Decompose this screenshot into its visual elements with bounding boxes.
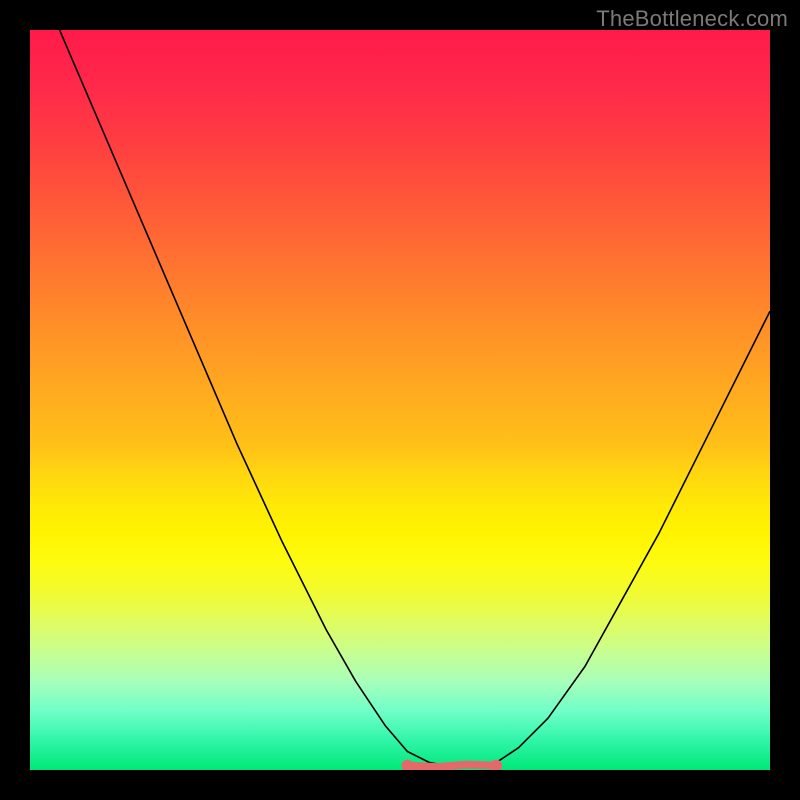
chart-svg (30, 30, 770, 770)
chart-frame: TheBottleneck.com (0, 0, 800, 800)
optimal-region-dot-right (490, 760, 502, 770)
bottleneck-curve (60, 30, 770, 766)
watermark-text: TheBottleneck.com (596, 6, 788, 32)
plot-area (30, 30, 770, 770)
optimal-region-dot-left (401, 760, 413, 770)
optimal-region-highlight (407, 765, 496, 768)
